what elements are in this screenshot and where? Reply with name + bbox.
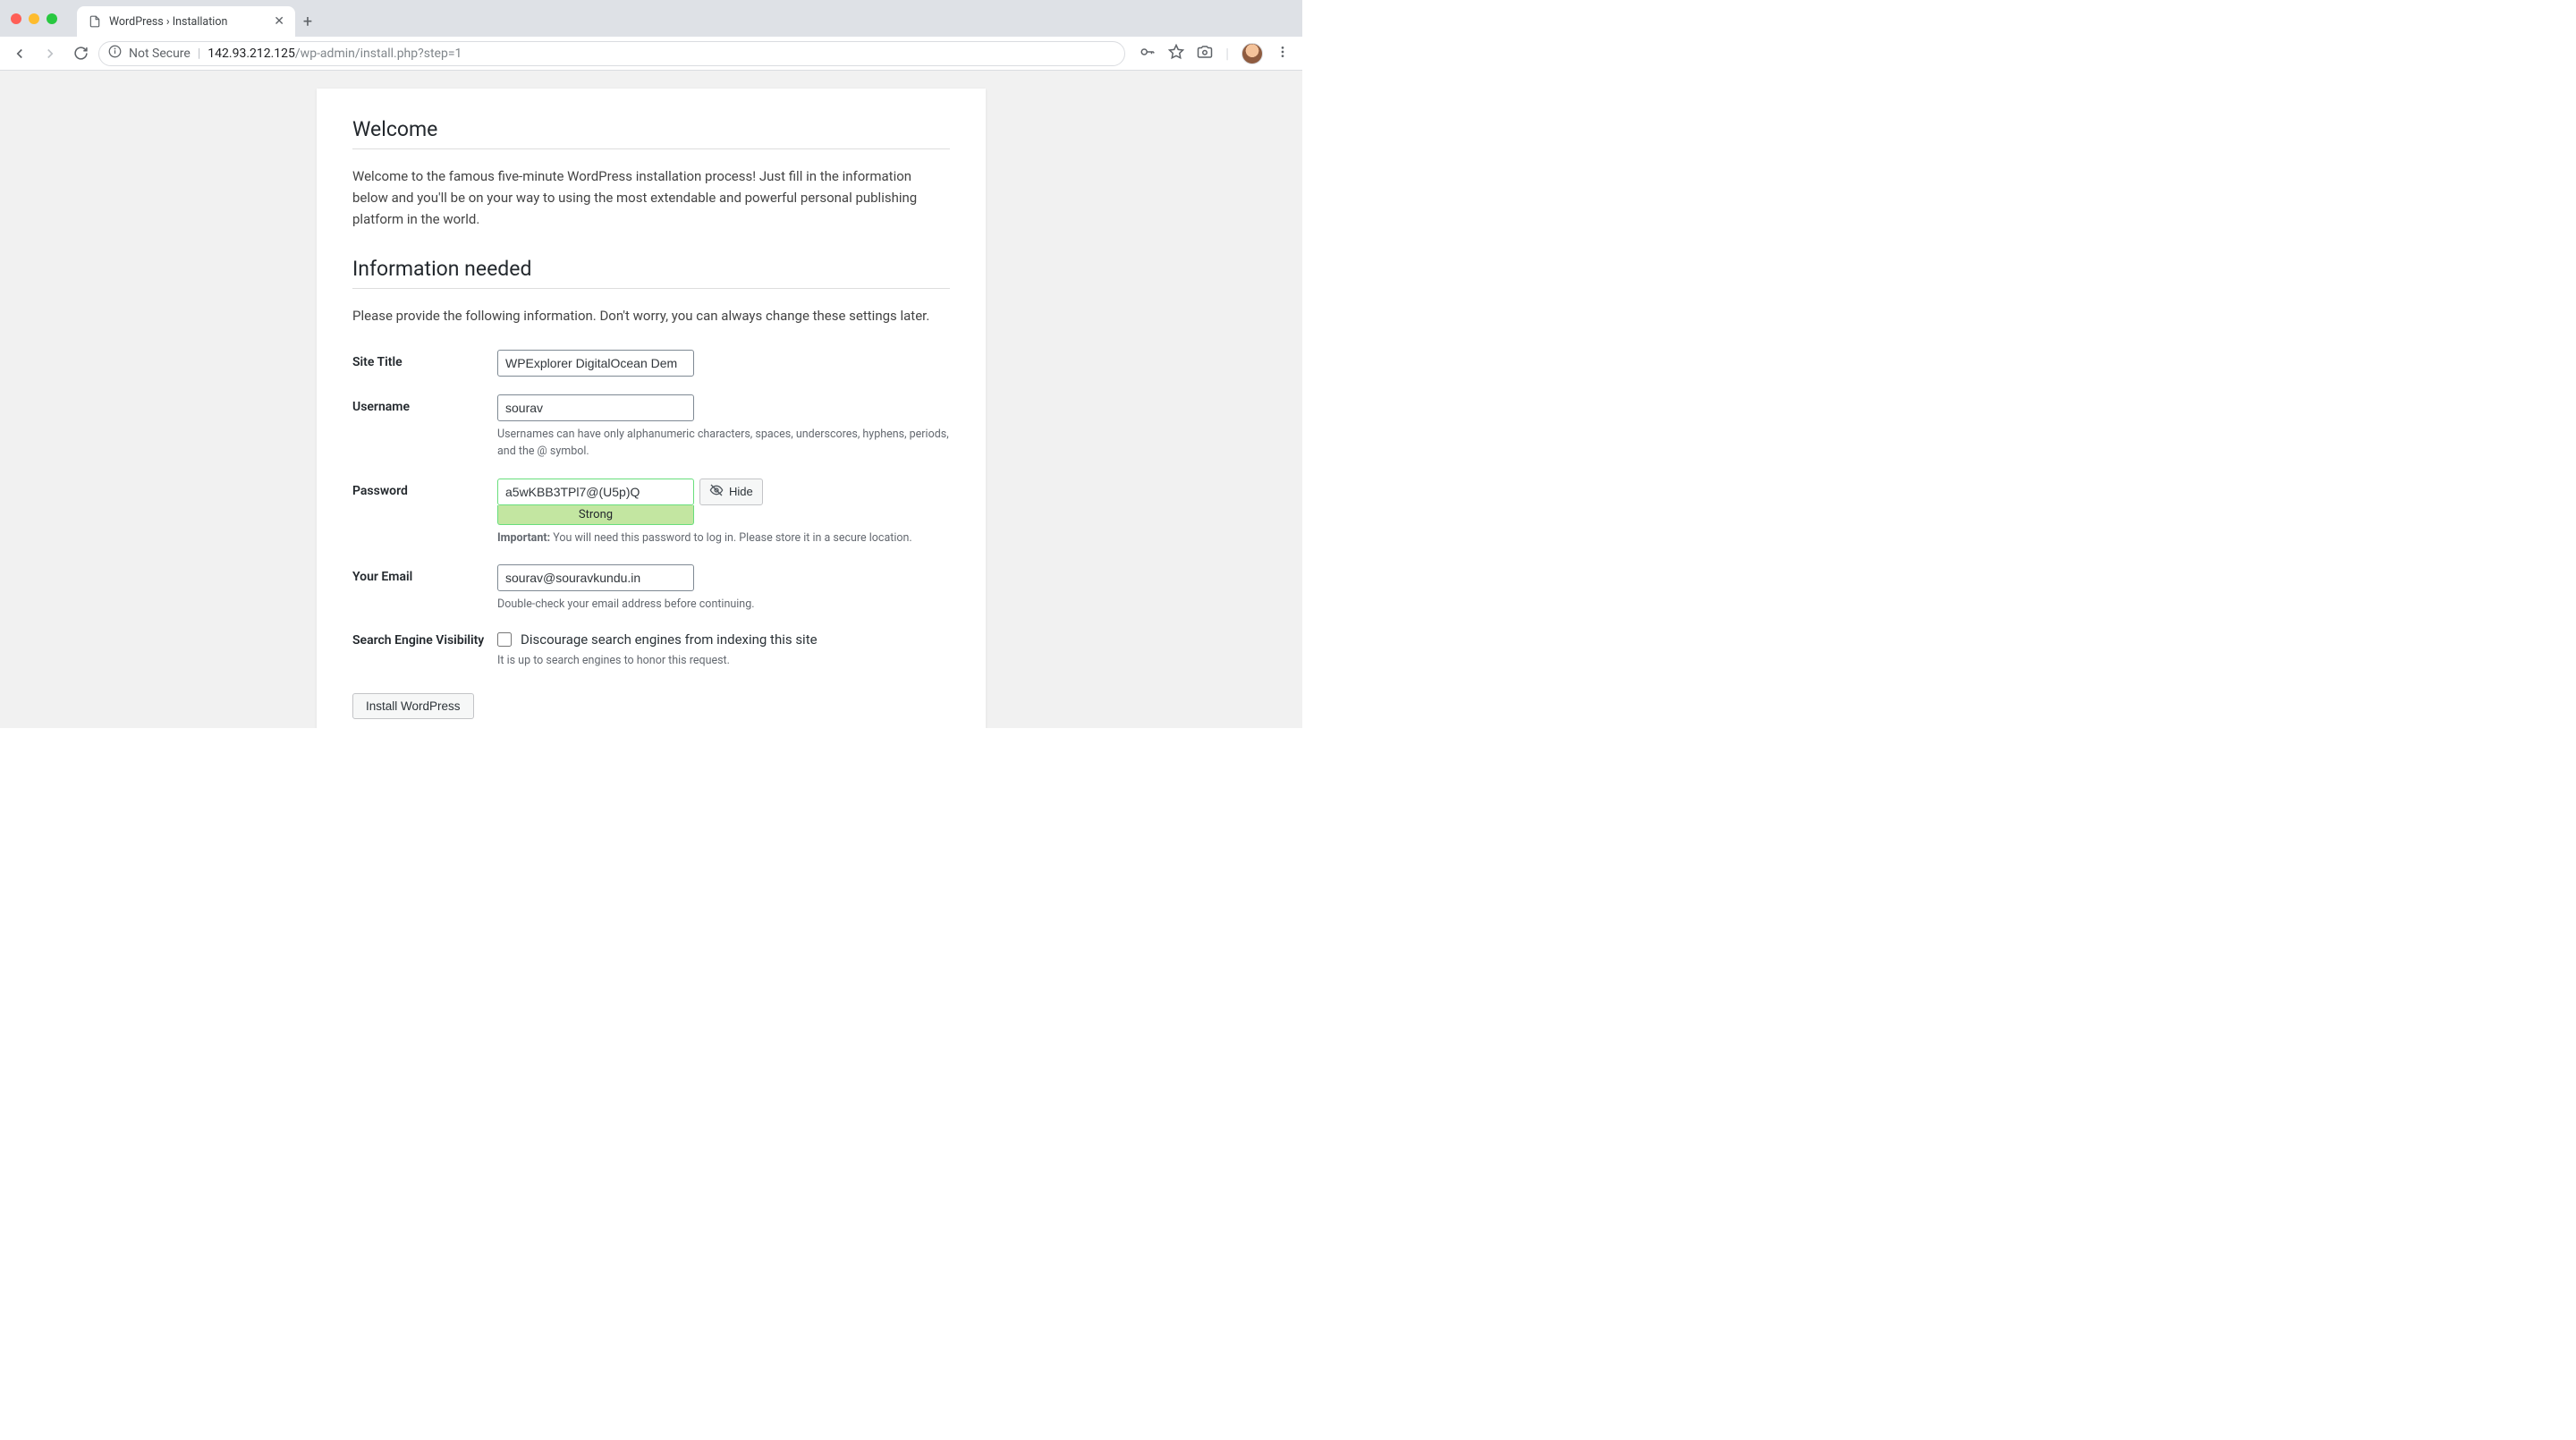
divider: [352, 148, 950, 149]
star-icon[interactable]: [1168, 44, 1184, 64]
profile-avatar[interactable]: [1241, 43, 1263, 64]
browser-tab[interactable]: WordPress › Installation ✕: [77, 6, 295, 37]
toolbar-right: |: [1131, 43, 1295, 64]
maximize-window-button[interactable]: [47, 13, 57, 24]
email-label: Your Email: [352, 564, 497, 584]
page-viewport: Welcome Welcome to the famous five-minut…: [0, 71, 1302, 728]
security-status: Not Secure: [129, 47, 191, 61]
password-input[interactable]: [497, 479, 694, 505]
url: 142.93.212.125/wp-admin/install.php?step…: [208, 47, 462, 61]
tab-title: WordPress › Installation: [109, 15, 267, 29]
install-card: Welcome Welcome to the famous five-minut…: [317, 89, 986, 728]
password-label: Password: [352, 479, 497, 498]
search-visibility-checkbox-label: Discourage search engines from indexing …: [521, 631, 818, 648]
minimize-window-button[interactable]: [29, 13, 39, 24]
back-button[interactable]: [7, 41, 32, 66]
camera-icon[interactable]: [1197, 44, 1213, 64]
username-input[interactable]: [497, 394, 694, 421]
install-wordpress-button[interactable]: Install WordPress: [352, 693, 474, 719]
email-input[interactable]: [497, 564, 694, 591]
search-visibility-checkbox[interactable]: [497, 632, 512, 647]
window-controls: [0, 13, 68, 24]
divider: |: [198, 47, 200, 61]
info-heading: Information needed: [352, 250, 950, 288]
password-description: Important: You will need this password t…: [497, 530, 950, 547]
browser-toolbar: Not Secure | 142.93.212.125/wp-admin/ins…: [0, 37, 1302, 71]
username-description: Usernames can have only alphanumeric cha…: [497, 427, 950, 461]
eye-slash-icon: [709, 483, 724, 500]
search-visibility-label: Search Engine Visibility: [352, 631, 497, 648]
info-text: Please provide the following information…: [352, 305, 950, 326]
forward-button[interactable]: [38, 41, 63, 66]
divider: [352, 288, 950, 289]
close-tab-icon[interactable]: ✕: [274, 15, 284, 28]
address-bar[interactable]: Not Secure | 142.93.212.125/wp-admin/ins…: [98, 41, 1125, 66]
welcome-heading: Welcome: [352, 110, 950, 148]
site-title-label: Site Title: [352, 350, 497, 369]
menu-icon[interactable]: [1275, 45, 1290, 63]
info-icon: [108, 45, 122, 62]
hide-label: Hide: [729, 485, 753, 498]
welcome-text: Welcome to the famous five-minute WordPr…: [352, 165, 950, 230]
document-icon: [88, 14, 102, 29]
new-tab-button[interactable]: +: [295, 6, 320, 37]
reload-button[interactable]: [68, 41, 93, 66]
password-strength: Strong: [497, 505, 694, 525]
site-title-input[interactable]: [497, 350, 694, 377]
browser-tab-strip: WordPress › Installation ✕ +: [0, 0, 1302, 37]
close-window-button[interactable]: [11, 13, 21, 24]
search-visibility-description: It is up to search engines to honor this…: [497, 653, 950, 670]
email-description: Double-check your email address before c…: [497, 597, 950, 614]
username-label: Username: [352, 394, 497, 414]
hide-password-button[interactable]: Hide: [699, 479, 763, 505]
key-icon[interactable]: [1140, 44, 1156, 64]
